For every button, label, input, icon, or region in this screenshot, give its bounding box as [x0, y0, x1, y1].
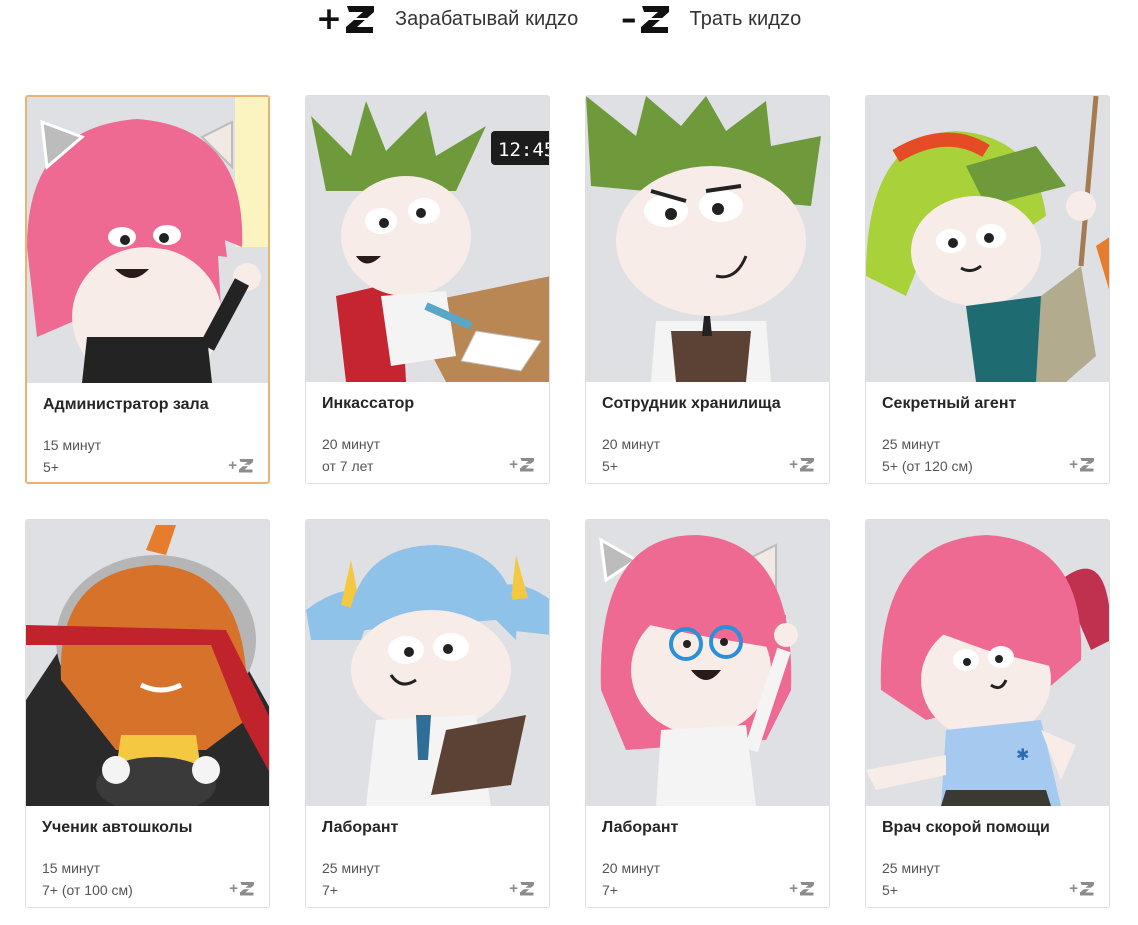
card-duration: 20 минут	[602, 436, 661, 452]
card-title: Ученик автошколы	[42, 819, 193, 836]
earn-reward-badge: +	[789, 456, 815, 473]
reward-sign: +	[509, 456, 518, 473]
card-illustration	[26, 520, 269, 806]
card-duration: 15 минут	[42, 860, 101, 876]
earn-reward-badge: +	[229, 880, 255, 897]
kidzo-coin-icon	[519, 458, 535, 472]
card-illustration: ✱	[866, 520, 1109, 806]
earn-reward-badge: +	[509, 880, 535, 897]
kidzo-coin-icon	[1079, 882, 1095, 896]
earn-reward-badge: +	[1069, 880, 1095, 897]
kidzo-coin-icon	[239, 882, 255, 896]
earn-legend: + Зарабатывай кидzo	[316, 3, 578, 35]
card-duration: 25 минут	[322, 860, 381, 876]
card-title: Администратор зала	[43, 396, 209, 413]
card-age: от 7 лет	[322, 458, 374, 474]
clock-readout: 12:45	[498, 139, 549, 161]
earn-reward-badge: +	[789, 880, 815, 897]
currency-legend: + Зарабатывай кидzo – Трать кидzo	[0, 0, 1138, 40]
reward-sign: +	[509, 880, 518, 897]
card-title: Лаборант	[602, 819, 679, 836]
card-age: 7+ (от 100 см)	[42, 882, 133, 898]
reward-sign: +	[228, 457, 237, 474]
profession-card[interactable]: Сотрудник хранилища 20 минут 5+ +	[585, 95, 830, 484]
kidzo-coin-icon	[799, 458, 815, 472]
reward-sign: +	[789, 880, 798, 897]
minus-sign: –	[621, 1, 637, 37]
card-title: Сотрудник хранилища	[602, 395, 781, 412]
svg-text:✱: ✱	[1016, 745, 1029, 764]
card-age: 7+	[322, 882, 338, 898]
card-title: Врач скорой помощи	[882, 819, 1050, 836]
profession-card[interactable]: Лаборант 20 минут 7+ +	[585, 519, 830, 908]
earn-label: Зарабатывай кидzo	[394, 7, 579, 30]
card-duration: 20 минут	[602, 860, 661, 876]
card-illustration	[866, 96, 1109, 382]
card-title: Инкассатор	[322, 395, 415, 412]
kidzo-coin-icon	[799, 882, 815, 896]
card-age: 5+	[882, 882, 898, 898]
card-illustration	[306, 520, 549, 806]
card-duration: 15 минут	[43, 437, 102, 453]
profession-card[interactable]: 12:45 Инкассатор 20 минут от 7 лет +	[305, 95, 550, 484]
kidzo-coin-icon	[638, 6, 671, 33]
profession-card[interactable]: Ученик автошколы 15 минут 7+ (от 100 см)…	[25, 519, 270, 908]
kidzo-coin-icon	[343, 6, 376, 33]
card-title: Секретный агент	[882, 395, 1017, 412]
card-duration: 20 минут	[322, 436, 381, 452]
profession-card[interactable]: Секретный агент 25 минут 5+ (от 120 см) …	[865, 95, 1110, 484]
earn-reward-badge: +	[228, 457, 254, 474]
card-illustration	[586, 96, 829, 382]
profession-card[interactable]: Лаборант 25 минут 7+ +	[305, 519, 550, 908]
kidzo-coin-icon	[1079, 458, 1095, 472]
kidzo-coin-icon	[238, 459, 254, 473]
card-illustration	[27, 97, 268, 383]
profession-card[interactable]: ✱ Врач скорой помощи 25 минут 5+ +	[865, 519, 1110, 908]
card-age: 5+	[602, 458, 618, 474]
spend-legend: – Трать кидzo	[621, 3, 801, 35]
card-duration: 25 минут	[882, 860, 941, 876]
card-age: 5+	[43, 459, 59, 475]
card-illustration	[586, 520, 829, 806]
card-illustration: 12:45	[306, 96, 549, 382]
spend-label: Трать кидzo	[689, 7, 802, 30]
reward-sign: +	[789, 456, 798, 473]
earn-reward-badge: +	[509, 456, 535, 473]
card-duration: 25 минут	[882, 436, 941, 452]
reward-sign: +	[1069, 456, 1078, 473]
reward-sign: +	[1069, 880, 1078, 897]
card-age: 5+ (от 120 см)	[882, 458, 973, 474]
earn-reward-badge: +	[1069, 456, 1095, 473]
kidzo-coin-icon	[519, 882, 535, 896]
reward-sign: +	[229, 880, 238, 897]
plus-sign: +	[316, 1, 342, 37]
card-title: Лаборант	[322, 819, 399, 836]
card-age: 7+	[602, 882, 618, 898]
profession-card[interactable]: Администратор зала 15 минут 5+ +	[25, 95, 270, 484]
